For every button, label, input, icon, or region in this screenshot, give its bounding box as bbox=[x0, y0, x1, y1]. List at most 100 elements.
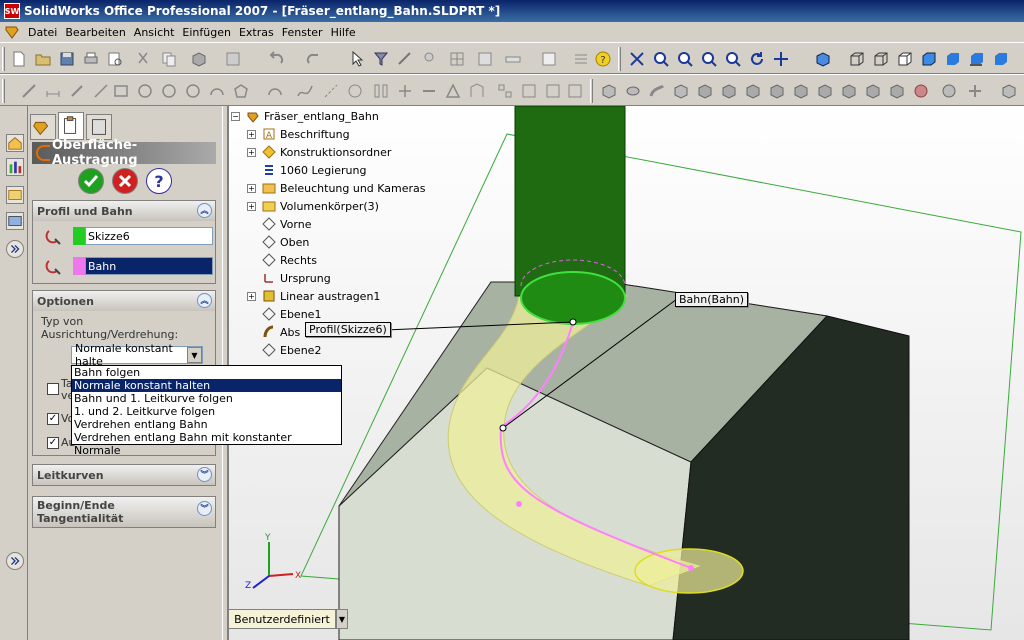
guide-curves-header[interactable]: Leitkurven ︾ bbox=[33, 465, 215, 485]
graphics-area[interactable]: Y X Z − Fräser_entlang_Bahn + A Beschriftu… bbox=[228, 106, 1024, 640]
tree-item[interactable]: 1060 Legierung bbox=[247, 162, 366, 178]
shaded-icon[interactable] bbox=[944, 50, 962, 68]
reference-geometry-icon[interactable] bbox=[1000, 82, 1018, 100]
swept-boss-icon[interactable] bbox=[648, 82, 666, 100]
ok-button[interactable] bbox=[78, 168, 104, 194]
grid-icon[interactable] bbox=[448, 50, 466, 68]
move-icon[interactable] bbox=[544, 82, 562, 100]
menu-bearbeiten[interactable]: Bearbeiten bbox=[61, 26, 129, 39]
linear-pattern-icon[interactable] bbox=[496, 82, 514, 100]
sketch-fillet-icon[interactable] bbox=[266, 82, 284, 100]
revolved-cut-icon[interactable] bbox=[720, 82, 738, 100]
tree-item[interactable]: + Linear austragen1 bbox=[247, 288, 380, 304]
expand-icon[interactable]: + bbox=[247, 147, 256, 157]
hidden-lines-visible-icon[interactable] bbox=[872, 50, 890, 68]
mirror-feature-icon[interactable] bbox=[966, 82, 984, 100]
expand-chevron-icon[interactable]: ︾ bbox=[197, 467, 212, 482]
collapse-chevron-icon[interactable]: ︽ bbox=[197, 293, 212, 308]
options-header[interactable]: Optionen ︽ bbox=[33, 291, 215, 311]
feature-manager-tab-icon[interactable] bbox=[30, 114, 56, 140]
point-icon[interactable] bbox=[68, 82, 86, 100]
swept-cut-icon[interactable] bbox=[744, 82, 762, 100]
measure-icon[interactable] bbox=[504, 50, 522, 68]
convert-entities-icon[interactable] bbox=[468, 82, 486, 100]
standard-views-icon[interactable] bbox=[814, 50, 832, 68]
design-library-icon[interactable] bbox=[6, 186, 24, 204]
toolbar-grip[interactable] bbox=[618, 47, 621, 71]
shell-icon[interactable] bbox=[864, 82, 882, 100]
toolbar-grip[interactable] bbox=[2, 47, 5, 71]
menu-datei[interactable]: Datei bbox=[24, 26, 61, 39]
options-icon[interactable] bbox=[476, 50, 494, 68]
rectangle-icon[interactable] bbox=[112, 82, 130, 100]
orientation-combobox[interactable]: Normale konstant halte ▼ bbox=[71, 342, 203, 368]
zoom-in-icon[interactable] bbox=[700, 50, 718, 68]
tree-root[interactable]: − Fräser_entlang_Bahn bbox=[231, 108, 379, 124]
view-orientation-icon[interactable] bbox=[628, 50, 646, 68]
spline-icon[interactable] bbox=[296, 82, 314, 100]
extend-icon[interactable] bbox=[420, 82, 438, 100]
offset-icon[interactable] bbox=[444, 82, 462, 100]
part-icon[interactable] bbox=[190, 50, 208, 68]
tree-item[interactable]: Oben bbox=[247, 234, 309, 250]
sketch-icon[interactable] bbox=[396, 50, 414, 68]
option-1-2-leitkurve[interactable]: 1. und 2. Leitkurve folgen bbox=[72, 405, 341, 418]
help-icon[interactable]: ? bbox=[594, 50, 612, 68]
expand-icon[interactable]: + bbox=[247, 129, 256, 139]
select-icon[interactable] bbox=[348, 50, 366, 68]
copy-icon[interactable] bbox=[160, 50, 178, 68]
draft-icon[interactable] bbox=[888, 82, 906, 100]
menu-fenster[interactable]: Fenster bbox=[278, 26, 327, 39]
file-explorer-icon[interactable] bbox=[6, 212, 24, 230]
list-icon[interactable] bbox=[572, 50, 590, 68]
revolved-boss-icon[interactable] bbox=[624, 82, 642, 100]
circular-pattern-icon[interactable] bbox=[520, 82, 538, 100]
expand-icon[interactable]: + bbox=[247, 183, 256, 193]
fillet-icon[interactable] bbox=[792, 82, 810, 100]
save-icon[interactable] bbox=[58, 50, 76, 68]
lofted-cut-icon[interactable] bbox=[768, 82, 786, 100]
line-icon[interactable] bbox=[92, 82, 110, 100]
expand-icon[interactable]: + bbox=[247, 201, 256, 211]
profile-path-header[interactable]: Profil und Bahn ︽ bbox=[33, 201, 215, 221]
text-icon[interactable] bbox=[346, 82, 364, 100]
select-filter-icon[interactable] bbox=[372, 50, 390, 68]
zoom-area-icon[interactable] bbox=[676, 50, 694, 68]
polygon-icon[interactable] bbox=[232, 82, 250, 100]
wireframe-icon[interactable] bbox=[848, 50, 866, 68]
align-checkbox[interactable]: ✓ bbox=[47, 437, 59, 449]
circle-icon[interactable] bbox=[136, 82, 154, 100]
toolbar-grip[interactable] bbox=[2, 79, 5, 103]
expand-icon[interactable]: + bbox=[247, 291, 256, 301]
extruded-cut-icon[interactable] bbox=[696, 82, 714, 100]
path-selection-field[interactable]: Bahn bbox=[85, 257, 213, 275]
shadows-icon[interactable] bbox=[968, 50, 986, 68]
print-icon[interactable] bbox=[82, 50, 100, 68]
tree-item[interactable]: Abs bbox=[247, 324, 300, 340]
centerline-icon[interactable] bbox=[322, 82, 340, 100]
expand-panel-bottom-icon[interactable] bbox=[6, 552, 24, 570]
tangent-arc-icon[interactable] bbox=[184, 82, 202, 100]
pattern-icon[interactable] bbox=[940, 82, 958, 100]
zoom-fit-icon[interactable] bbox=[652, 50, 670, 68]
toolbar-grip[interactable] bbox=[590, 79, 593, 103]
loft-icon[interactable] bbox=[672, 82, 690, 100]
pan-icon[interactable] bbox=[772, 50, 790, 68]
preview-checkbox[interactable]: ✓ bbox=[47, 413, 59, 425]
undo-icon[interactable] bbox=[268, 50, 286, 68]
home-icon[interactable] bbox=[6, 134, 24, 152]
tangency-header[interactable]: Beginn/Ende Tangentialität ︾ bbox=[33, 497, 215, 527]
print-preview-icon[interactable] bbox=[106, 50, 124, 68]
resources-icon[interactable] bbox=[6, 158, 24, 176]
collapse-chevron-icon[interactable]: ︽ bbox=[197, 203, 212, 218]
profile-selection-field[interactable]: Skizze6 bbox=[85, 227, 213, 245]
tree-item[interactable]: Ursprung bbox=[247, 270, 331, 286]
tree-item[interactable]: Rechts bbox=[247, 252, 317, 268]
tree-item[interactable]: Ebene2 bbox=[247, 342, 321, 358]
rotate-icon[interactable] bbox=[748, 50, 766, 68]
option-bahn-leitkurve[interactable]: Bahn und 1. Leitkurve folgen bbox=[72, 392, 341, 405]
path-callout[interactable]: Bahn(Bahn) bbox=[675, 292, 749, 307]
properties-icon[interactable] bbox=[540, 50, 558, 68]
shaded-with-edges-icon[interactable] bbox=[920, 50, 938, 68]
cut-icon[interactable] bbox=[134, 50, 152, 68]
